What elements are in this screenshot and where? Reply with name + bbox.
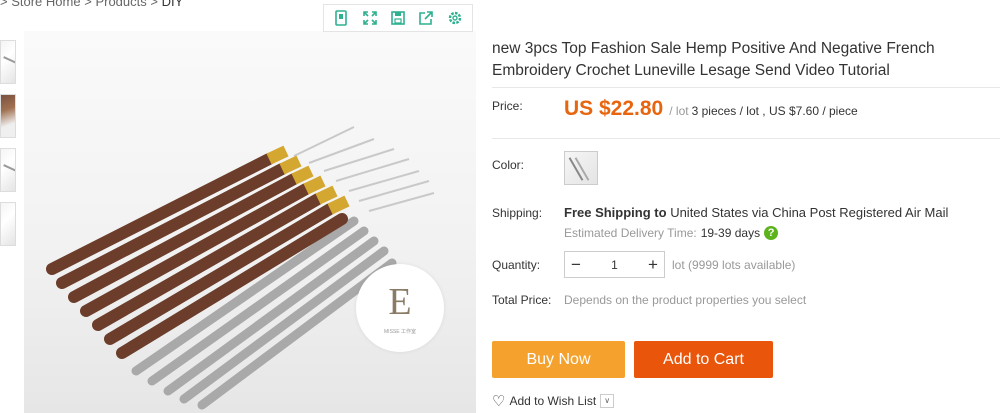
quantity-input[interactable] <box>587 256 642 273</box>
color-swatch[interactable] <box>564 151 598 185</box>
thumbnail[interactable] <box>0 202 16 246</box>
increase-button[interactable]: + <box>642 252 664 277</box>
product-main-image[interactable]: E MISSE 工作室 <box>24 31 476 413</box>
shipping-label: Shipping: <box>492 206 543 220</box>
lots-available: lot (9999 lots available) <box>672 258 796 272</box>
quantity-stepper: − + <box>564 251 665 278</box>
save-icon[interactable] <box>387 7 409 29</box>
estimated-delivery: Estimated Delivery Time: 19-39 days ? <box>564 226 779 240</box>
total-price-note: Depends on the product properties you se… <box>564 293 807 307</box>
breadcrumb-separator: > <box>84 0 92 9</box>
thumbnail[interactable] <box>0 40 16 84</box>
shipping-destination[interactable]: United States via China Post Registered … <box>670 205 948 220</box>
quantity-label: Quantity: <box>492 258 541 272</box>
image-toolbar <box>323 4 473 32</box>
thumbnail-strip <box>0 40 16 256</box>
divider <box>492 87 1000 88</box>
brand-logo: E MISSE 工作室 <box>356 264 444 352</box>
estimated-delivery-days: 19-39 days <box>700 226 761 240</box>
chevron-down-icon[interactable]: ∨ <box>600 394 615 408</box>
share-icon[interactable] <box>415 7 437 29</box>
breadcrumb-separator: > <box>0 0 8 9</box>
add-to-wish-list[interactable]: ♡ Add to Wish List ∨ <box>492 392 615 410</box>
shipping-free: Free Shipping to <box>564 205 667 220</box>
heart-icon: ♡ <box>492 393 506 410</box>
price-detail: 3 pieces / lot , US $7.60 / piece <box>691 104 858 118</box>
color-label: Color: <box>492 158 525 172</box>
shipping-info: Free Shipping to United States via China… <box>564 205 948 220</box>
phone-icon[interactable] <box>330 7 352 29</box>
estimated-delivery-label: Estimated Delivery Time: <box>564 226 697 240</box>
decrease-button[interactable]: − <box>565 252 587 277</box>
expand-icon[interactable] <box>358 7 380 29</box>
settings-icon[interactable] <box>444 7 466 29</box>
breadcrumb: > Store Home > Products > DIY <box>0 0 183 9</box>
price-row: US $22.80 / lot 3 pieces / lot , US $7.6… <box>564 97 858 121</box>
price-label: Price: <box>492 99 523 113</box>
total-price-label: Total Price: <box>492 293 552 307</box>
logo-letter: E <box>388 280 412 323</box>
help-icon[interactable]: ? <box>764 226 779 240</box>
product-title: new 3pcs Top Fashion Sale Hemp Positive … <box>492 40 935 79</box>
price-value: US $22.80 <box>564 97 664 120</box>
logo-text: MISSE 工作室 <box>384 328 416 335</box>
thumbnail[interactable] <box>0 148 16 192</box>
breadcrumb-products[interactable]: Products <box>95 0 146 9</box>
breadcrumb-diy[interactable]: DIY <box>162 0 184 9</box>
breadcrumb-store-home[interactable]: Store Home <box>11 0 80 9</box>
thumbnail[interactable] <box>0 94 16 138</box>
crochet-hooks-illustration <box>46 126 435 410</box>
breadcrumb-separator: > <box>150 0 158 9</box>
divider <box>492 138 1000 139</box>
price-unit: / lot <box>669 104 689 118</box>
add-to-cart-button[interactable]: Add to Cart <box>634 341 773 378</box>
buy-now-button[interactable]: Buy Now <box>492 341 625 378</box>
wish-list-label: Add to Wish List <box>509 394 597 408</box>
